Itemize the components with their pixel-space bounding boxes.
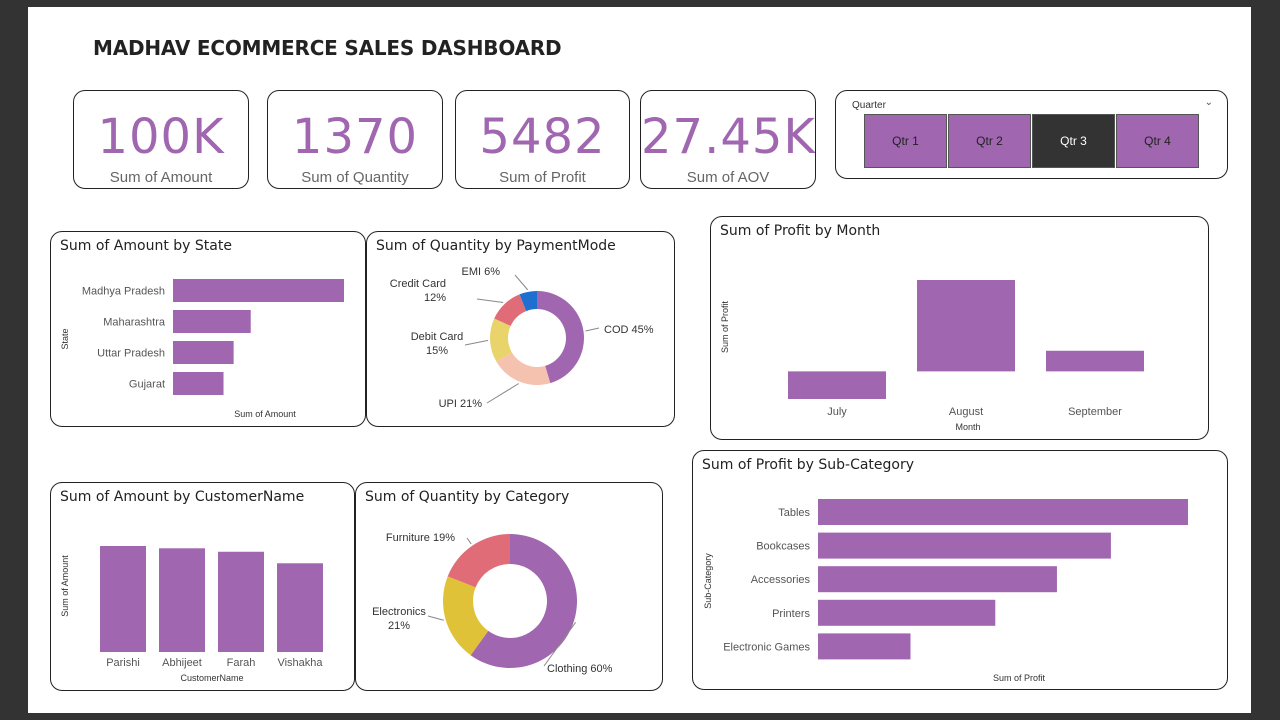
category-tick-label: Bookcases: [756, 541, 810, 553]
chart-title: Sum of Profit by Month: [720, 223, 881, 239]
bar: [218, 551, 264, 652]
chart-amount-by-state[interactable]: Sum of Amount by State Madhya Pradesh Mah…: [50, 231, 366, 427]
category-tick-label: July: [827, 406, 847, 418]
bar: [818, 499, 1188, 525]
category-tick-label: September: [1068, 406, 1122, 418]
category-tick-label: August: [949, 406, 983, 418]
slice-label: 15%: [426, 345, 448, 357]
chevron-down-icon[interactable]: ⌄: [1205, 97, 1213, 108]
category-tick-label: Farah: [227, 657, 256, 669]
amount-by-customername-svg: Parishi Abhijeet Farah Vishakha CustomerName…: [60, 546, 323, 683]
slice-label: Clothing 60%: [547, 663, 613, 675]
kpi-value: 1370: [291, 109, 419, 165]
kpi-value: 100K: [97, 109, 225, 165]
kpi-label: Sum of Amount: [109, 169, 213, 186]
slice-label: UPI 21%: [439, 398, 483, 410]
x-axis-label: Sum of Amount: [234, 409, 296, 419]
x-axis-label: CustomerName: [180, 673, 243, 683]
category-tick-label: Uttar Pradesh: [97, 348, 165, 360]
slicer-title: Quarter: [852, 100, 886, 111]
kpi-card-aov[interactable]: 27.45K Sum of AOV: [640, 90, 816, 189]
kpi-label: Sum of Quantity: [301, 169, 409, 186]
dashboard-title: MADHAV ECOMMERCE SALES DASHBOARD: [93, 36, 562, 60]
bar: [100, 546, 146, 652]
category-tick-label: Gujarat: [129, 379, 165, 391]
profit-by-month-svg: July August September Month Sum of Profit: [720, 280, 1144, 432]
bar: [818, 599, 996, 626]
slice-label: EMI 6%: [461, 266, 500, 278]
chart-title: Sum of Profit by Sub-Category: [702, 457, 915, 473]
y-axis-label: Sum of Amount: [60, 555, 70, 617]
category-tick-label: Madhya Pradesh: [82, 286, 165, 298]
category-tick-label: Electronic Games: [723, 641, 810, 653]
slice-label: 12%: [424, 292, 446, 304]
leader-line: [585, 327, 600, 332]
leader-line: [464, 339, 489, 346]
profit-by-subcategory-svg: Tables Bookcases Accessories Printers Electr…: [703, 499, 1188, 683]
leader-line: [466, 537, 472, 545]
x-axis-label: Month: [955, 422, 980, 432]
chart-profit-by-subcategory[interactable]: Sum of Profit by Sub-Category Tables Book…: [692, 450, 1228, 690]
category-tick-label: Parishi: [106, 657, 140, 669]
kpi-label: Sum of AOV: [686, 169, 770, 186]
chart-amount-by-customername[interactable]: Sum of Amount by CustomerName Parishi Abh…: [50, 482, 355, 691]
quarter-slicer: Quarter ⌄ Qtr 1 Qtr 2 Qtr 3 Qtr 4: [835, 90, 1228, 179]
bar: [818, 633, 911, 660]
leader-line: [427, 615, 444, 621]
quantity-by-category-svg: Clothing 60% Electronics 21% Furniture 19%: [372, 532, 613, 675]
bar: [159, 548, 205, 652]
slice-label: COD 45%: [604, 324, 654, 336]
slice-label: 21%: [388, 620, 410, 632]
bar: [1046, 350, 1144, 372]
category-tick-label: Accessories: [751, 574, 811, 586]
slice-label: Debit Card: [411, 331, 464, 343]
bar: [173, 279, 344, 302]
bar: [173, 341, 234, 364]
category-tick-label: Abhijeet: [162, 657, 202, 669]
quarter-option-qtr-3[interactable]: Qtr 3: [1032, 114, 1115, 168]
donut-slice: [496, 352, 551, 385]
chart-title: Sum of Quantity by PaymentMode: [376, 238, 616, 254]
category-tick-label: Maharashtra: [103, 317, 166, 329]
chart-title: Sum of Quantity by Category: [365, 489, 570, 505]
quarter-option-qtr-2[interactable]: Qtr 2: [948, 114, 1031, 168]
kpi-label: Sum of Profit: [499, 169, 586, 186]
bar: [917, 280, 1015, 372]
quantity-by-paymentmode-svg: COD 45% UPI 21% Debit Card 15% Credit Card 12…: [390, 266, 654, 410]
x-axis-label: Sum of Profit: [993, 673, 1046, 683]
amount-by-state-svg: Madhya Pradesh Maharashtra Uttar Pradesh Gu…: [60, 279, 344, 419]
quarter-option-qtr-4[interactable]: Qtr 4: [1116, 114, 1199, 168]
chart-quantity-by-paymentmode[interactable]: Sum of Quantity by PaymentMode COD 45% UP…: [366, 231, 675, 427]
chart-profit-by-month[interactable]: Sum of Profit by Month July August Septemb…: [710, 216, 1209, 440]
kpi-card-amount[interactable]: 100K Sum of Amount: [73, 90, 249, 189]
bar: [173, 310, 251, 333]
donut-slice: [447, 534, 510, 588]
quarter-option-qtr-1[interactable]: Qtr 1: [864, 114, 947, 168]
bar: [173, 372, 224, 395]
slice-label: Credit Card: [390, 278, 446, 290]
y-axis-label: Sub-Category: [703, 553, 713, 609]
y-axis-label: Sum of Profit: [720, 300, 730, 353]
leader-line: [514, 274, 529, 291]
chart-title: Sum of Amount by State: [60, 238, 232, 254]
chart-quantity-by-category[interactable]: Sum of Quantity by Category Clothing 60%…: [355, 482, 663, 691]
kpi-value: 27.45K: [641, 109, 816, 165]
bar: [788, 371, 886, 399]
kpi-value: 5482: [479, 109, 606, 165]
chart-title: Sum of Amount by CustomerName: [60, 489, 305, 505]
bar: [818, 566, 1057, 593]
slice-label: Electronics: [372, 606, 426, 618]
y-axis-label: State: [60, 328, 70, 349]
slice-label: Furniture 19%: [386, 532, 455, 544]
kpi-card-profit[interactable]: 5482 Sum of Profit: [455, 90, 630, 189]
quarter-options: Qtr 1 Qtr 2 Qtr 3 Qtr 4: [864, 114, 1199, 168]
category-tick-label: Tables: [778, 507, 810, 519]
bar: [818, 532, 1111, 559]
leader-line: [486, 383, 520, 404]
category-tick-label: Vishakha: [277, 657, 323, 669]
bar: [277, 563, 323, 652]
kpi-card-quantity[interactable]: 1370 Sum of Quantity: [267, 90, 443, 189]
leader-line: [476, 298, 504, 304]
category-tick-label: Printers: [772, 608, 810, 620]
